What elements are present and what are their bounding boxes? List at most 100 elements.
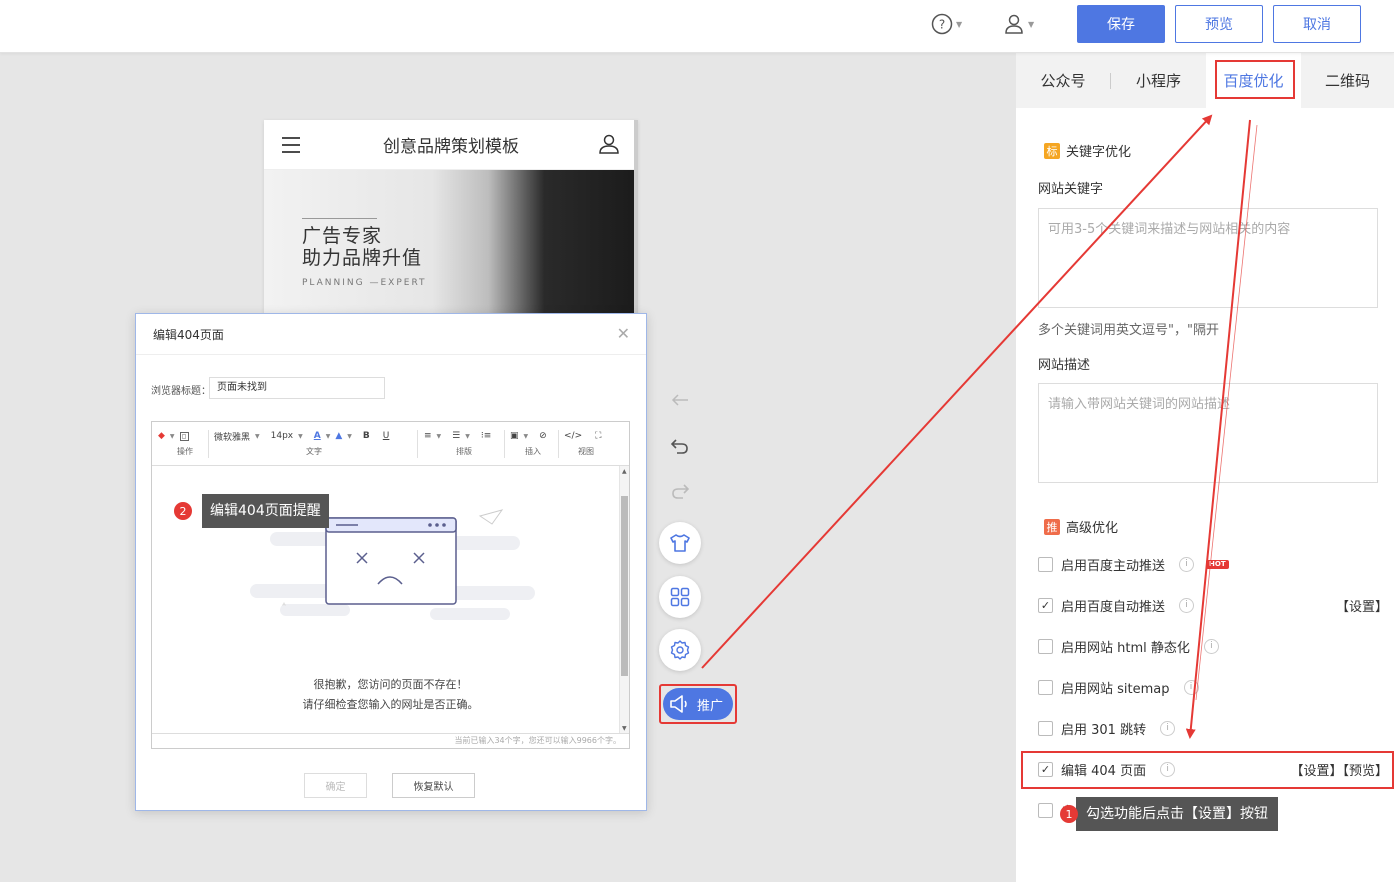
chevron-down-icon: ▼: [956, 19, 963, 29]
promote-button-highlight: 推广: [659, 684, 737, 724]
advanced-section-title: 推 高级优化: [1044, 517, 1118, 536]
option-baidu-auto-push[interactable]: ✓ 启用百度自动推送 i 【设置】: [1038, 595, 1388, 615]
option-label: 启用网站 html 静态化: [1061, 640, 1190, 656]
banner-headline: 广告专家 助力品牌升值: [302, 225, 422, 269]
confirm-button[interactable]: 确定: [304, 773, 367, 798]
grid-icon: [670, 587, 690, 607]
site-keywords-input[interactable]: 可用3-5个关键词来描述与网站相关的内容: [1038, 208, 1378, 308]
push-badge-icon: 推: [1044, 518, 1060, 535]
error-message-line-1: 很抱歉，您访问的页面不存在！: [313, 678, 468, 691]
image-icon[interactable]: ▣: [510, 431, 519, 441]
option-label: 启用百度主动推送: [1061, 558, 1166, 574]
banner-image: 广告专家 助力品牌升值 PLANNING —EXPERT: [264, 170, 638, 320]
editor-content[interactable]: 很抱歉，您访问的页面不存在！ 请仔细检查您输入的网址是否正确。 2 编辑404页…: [152, 466, 629, 734]
option-label: 启用百度自动推送: [1061, 599, 1166, 615]
option-label: 启用网站 sitemap: [1061, 681, 1170, 697]
option-label: 启用 301 跳转: [1061, 722, 1147, 738]
site-keywords-label: 网站关键字: [1038, 182, 1104, 197]
question-circle-icon: ?: [931, 13, 953, 35]
panel-tabs: 公众号 小程序 百度优化 二维码: [1016, 53, 1394, 108]
scrollbar-thumb[interactable]: [621, 496, 628, 676]
preview-button[interactable]: 预览: [1175, 5, 1263, 43]
info-icon[interactable]: i: [1203, 638, 1219, 654]
close-icon[interactable]: ✕: [617, 324, 630, 343]
info-icon[interactable]: i: [1179, 556, 1195, 572]
checkbox[interactable]: [1038, 679, 1053, 695]
undo-icon[interactable]: [668, 434, 692, 458]
user-menu[interactable]: ▼: [1003, 12, 1034, 36]
list-icon[interactable]: ⁝≡: [481, 431, 491, 441]
hot-badge: HOT: [1206, 559, 1229, 569]
error-message-line-2: 请仔细检查您输入的网址是否正确。: [302, 698, 479, 711]
settings-button[interactable]: [659, 629, 701, 671]
link-icon[interactable]: ⊘: [539, 431, 547, 441]
underline-icon[interactable]: U: [383, 431, 390, 441]
group-label-view: 视图: [578, 447, 594, 456]
tab-mini-program[interactable]: 小程序: [1111, 53, 1206, 108]
user-icon[interactable]: [598, 133, 620, 155]
edit-404-dialog: 编辑404页面 ✕ 浏览器标题： 页面未找到 ◆ ▼ ◻ 操作 微软雅黑 ▼ 14p…: [135, 313, 647, 811]
bold-icon[interactable]: B: [363, 431, 370, 441]
promote-button[interactable]: 推广: [663, 688, 733, 720]
callout-text: 勾选功能后点击【设置】按钮: [1076, 797, 1278, 831]
site-description-input[interactable]: 请输入带网站关键词的网站描述: [1038, 383, 1378, 483]
info-icon[interactable]: i: [1183, 679, 1199, 695]
info-icon[interactable]: i: [1179, 597, 1195, 613]
banner-line-2: 助力品牌升值: [302, 247, 423, 269]
toolbar-group-text: 微软雅黑 ▼ 14px ▼ A ▼ ▲ ▼ B U 文字: [214, 428, 414, 460]
checkbox-checked[interactable]: ✓: [1038, 597, 1053, 613]
highlight-color-icon[interactable]: ▲: [335, 431, 342, 441]
gear-icon: [670, 640, 690, 660]
font-color-icon[interactable]: A: [314, 431, 321, 441]
rich-text-editor[interactable]: ◆ ▼ ◻ 操作 微软雅黑 ▼ 14px ▼ A ▼ ▲ ▼ B U 文字 ≡ …: [151, 421, 630, 749]
banner-divider: [302, 218, 377, 219]
toolbar-group-insert: ▣ ▼ ⊘ 插入: [510, 428, 556, 460]
megaphone-icon: [670, 695, 687, 713]
info-icon[interactable]: i: [1160, 720, 1176, 736]
option-sitemap[interactable]: 启用网站 sitemap i: [1038, 677, 1388, 697]
chevron-down-icon: ▼: [1028, 19, 1035, 29]
restore-default-button[interactable]: 恢复默认: [392, 773, 475, 798]
save-button[interactable]: 保存: [1077, 5, 1165, 43]
step-badge: 1: [1060, 805, 1078, 823]
group-label-text: 文字: [306, 447, 322, 456]
redo-icon[interactable]: [668, 479, 692, 503]
phone-preview[interactable]: 创意品牌策划模板 广告专家 助力品牌升值 PLANNING —EXPERT: [264, 120, 638, 320]
modules-button[interactable]: [659, 576, 701, 618]
tab-official-account[interactable]: 公众号: [1016, 53, 1110, 108]
tab-highlight-box: [1215, 60, 1295, 99]
back-arrow-icon[interactable]: [668, 388, 692, 412]
option-301-redirect[interactable]: 启用 301 跳转 i: [1038, 718, 1388, 738]
editor-toolbar: ◆ ▼ ◻ 操作 微软雅黑 ▼ 14px ▼ A ▼ ▲ ▼ B U 文字 ≡ …: [152, 422, 629, 466]
toolbar-group-layout: ≡ ▼ ☰ ▼ ⁝≡ 排版: [424, 428, 504, 460]
option-html-static[interactable]: 启用网站 html 静态化 i: [1038, 636, 1388, 656]
checkbox[interactable]: [1038, 802, 1053, 818]
option-highlight-box: [1021, 751, 1394, 789]
theme-shirt-button[interactable]: [659, 522, 701, 564]
checkbox[interactable]: [1038, 556, 1053, 572]
editor-scrollbar[interactable]: ▲ ▼: [619, 466, 629, 734]
hamburger-menu-icon[interactable]: [282, 137, 300, 153]
browser-title-input[interactable]: 页面未找到: [209, 377, 385, 399]
help-menu[interactable]: ? ▼: [931, 12, 962, 36]
advanced-section-label: 高级优化: [1066, 521, 1119, 536]
site-description-label: 网站描述: [1038, 358, 1091, 373]
settings-link[interactable]: 【设置】: [1336, 596, 1388, 615]
source-icon[interactable]: ◻: [179, 431, 189, 441]
fullscreen-icon[interactable]: ⛶: [595, 431, 601, 441]
checkbox[interactable]: [1038, 638, 1053, 654]
eraser-icon[interactable]: ◆: [158, 431, 165, 441]
banner-line-1: 广告专家: [302, 225, 383, 247]
cancel-button[interactable]: 取消: [1273, 5, 1361, 43]
code-view-icon[interactable]: </>: [564, 431, 582, 441]
toolbar-group-view: </> ⛶ 视图: [564, 428, 608, 460]
align-icon[interactable]: ≡: [424, 431, 432, 441]
font-family-select[interactable]: 微软雅黑: [214, 430, 250, 443]
indent-icon[interactable]: ☰: [452, 431, 460, 441]
phone-scrollbar[interactable]: [634, 120, 638, 320]
tab-qr-code[interactable]: 二维码: [1301, 53, 1394, 108]
top-bar: ? ▼ ▼ 保存 预览 取消: [0, 0, 1394, 53]
font-size-select[interactable]: 14px: [271, 431, 294, 441]
checkbox[interactable]: [1038, 720, 1053, 736]
option-baidu-active-push[interactable]: 启用百度主动推送 i HOT: [1038, 554, 1388, 574]
